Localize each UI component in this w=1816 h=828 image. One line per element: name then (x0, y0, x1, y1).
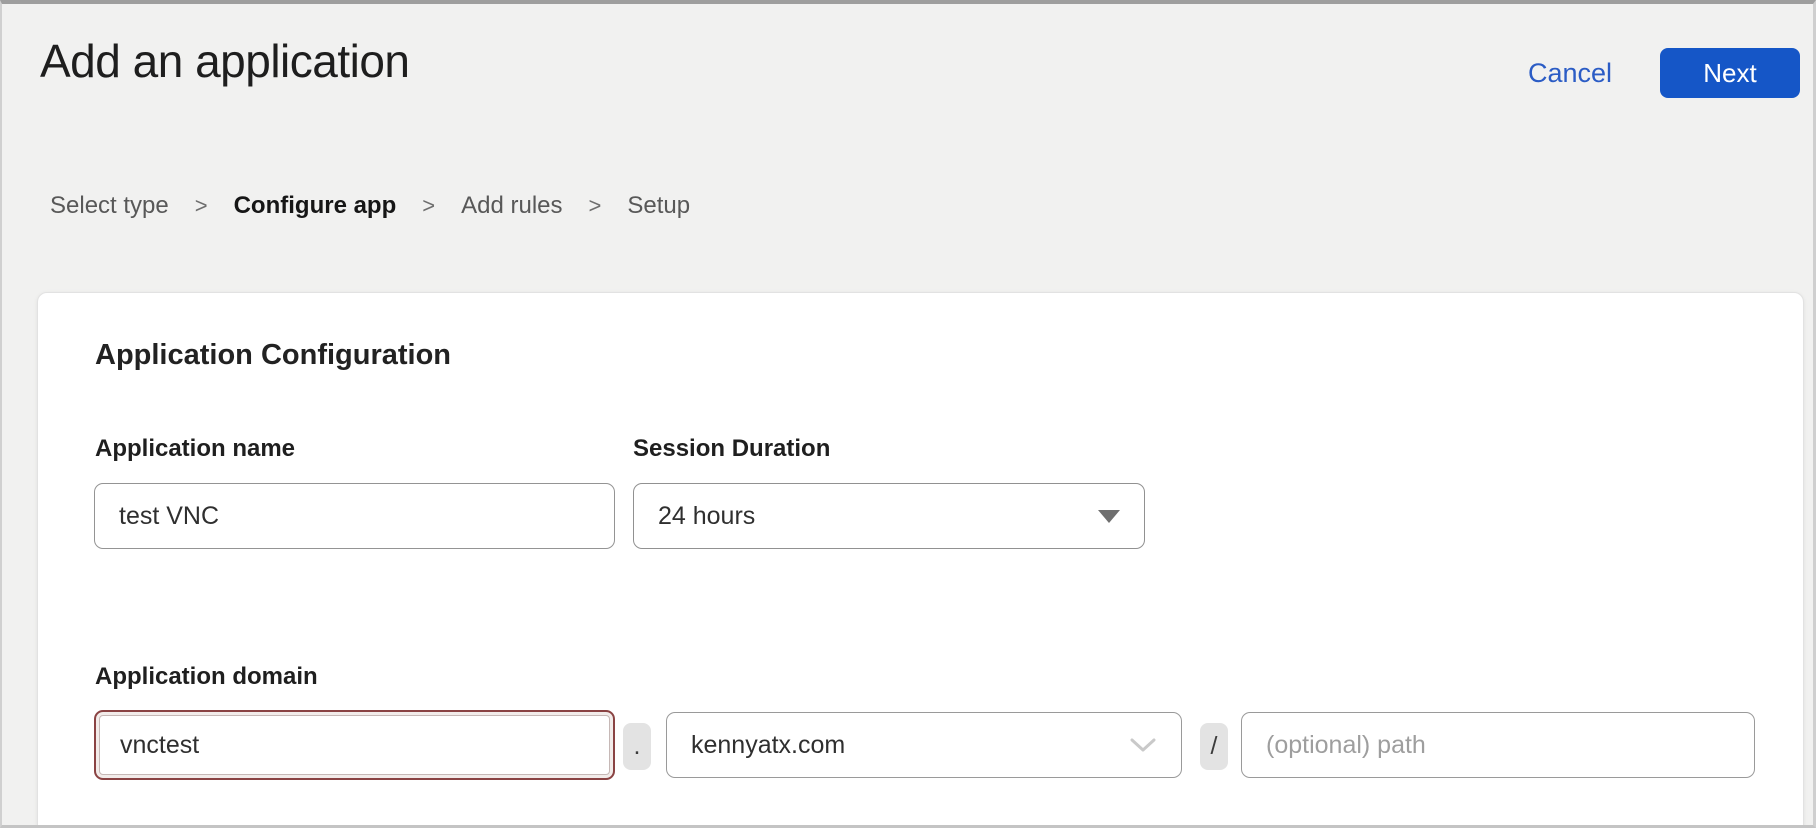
breadcrumb-separator: > (422, 193, 435, 219)
domain-select[interactable]: kennyatx.com (666, 712, 1182, 778)
application-name-label: Application name (95, 435, 295, 463)
breadcrumb-separator: > (195, 193, 208, 219)
path-input[interactable] (1241, 712, 1755, 778)
subdomain-input[interactable] (94, 710, 615, 780)
application-domain-label: Application domain (95, 663, 318, 691)
domain-select-value: kennyatx.com (691, 731, 1129, 760)
step-add-rules[interactable]: Add rules (461, 192, 562, 220)
slash-separator: / (1200, 723, 1228, 770)
header-actions: Cancel Next (1528, 48, 1800, 98)
application-configuration-card: Application Configuration Application na… (37, 292, 1804, 828)
card-heading: Application Configuration (95, 339, 451, 372)
step-select-type[interactable]: Select type (50, 192, 169, 220)
breadcrumb-separator: > (589, 193, 602, 219)
page-title: Add an application (40, 34, 410, 88)
step-configure-app[interactable]: Configure app (234, 192, 397, 220)
application-name-input[interactable] (94, 483, 615, 549)
caret-down-icon (1098, 510, 1120, 523)
session-duration-value: 24 hours (658, 502, 1098, 531)
step-setup[interactable]: Setup (627, 192, 690, 220)
session-duration-label: Session Duration (633, 435, 830, 463)
chevron-down-icon (1129, 736, 1157, 754)
session-duration-select[interactable]: 24 hours (633, 483, 1145, 549)
add-application-page: Add an application Cancel Next Select ty… (0, 0, 1816, 828)
dot-separator: . (623, 723, 651, 770)
breadcrumb: Select type > Configure app > Add rules … (50, 192, 690, 220)
cancel-button[interactable]: Cancel (1528, 58, 1612, 89)
next-button[interactable]: Next (1660, 48, 1800, 98)
